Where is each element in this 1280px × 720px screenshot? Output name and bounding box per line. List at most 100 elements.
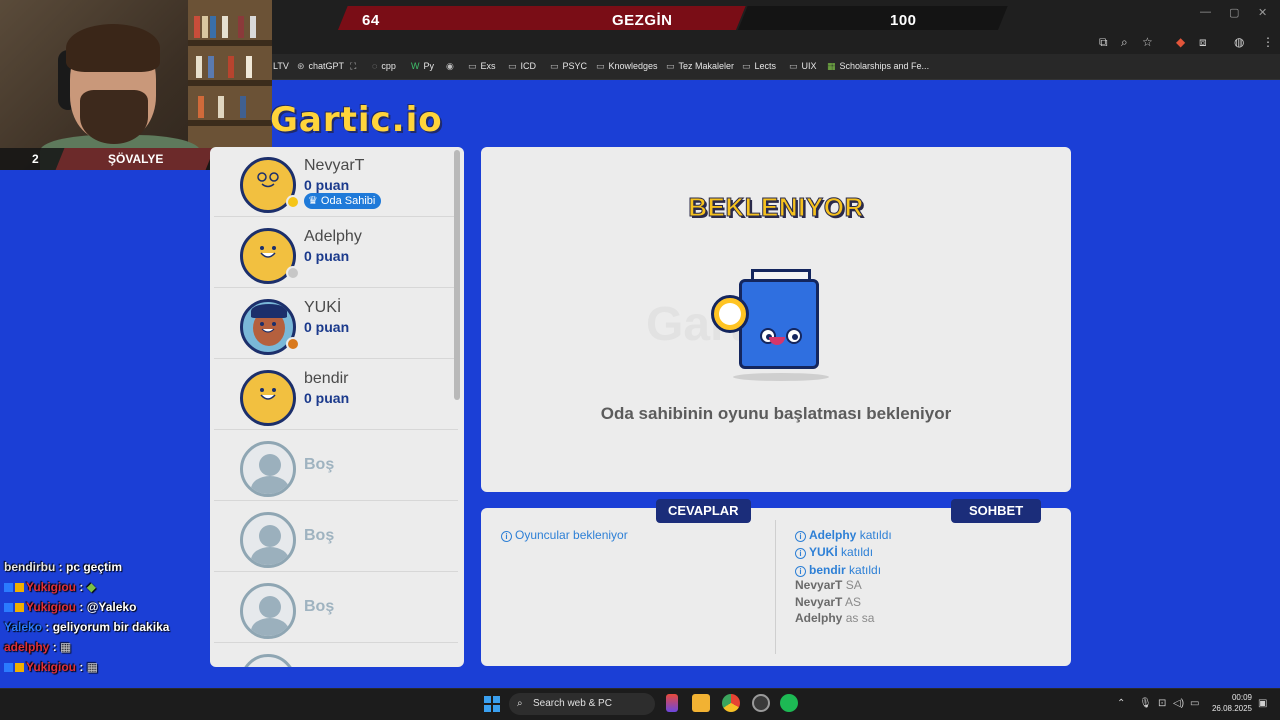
player-row[interactable]: bendir 0 puan	[214, 360, 458, 430]
bookmark-psyc[interactable]: ▭ PSYC	[550, 61, 587, 72]
battery-icon[interactable]: ▭	[1190, 698, 1199, 709]
players-scrollbar[interactable]	[454, 150, 460, 400]
tray-chevron-icon[interactable]: ⌃	[1117, 698, 1125, 709]
waiting-panel: BEKLENIYOR Gartic Oda sahibinin oyunu ba…	[481, 147, 1071, 492]
bookmark-tez-makaleler[interactable]: ▭ Tez Makaleler	[666, 61, 734, 72]
empty-slot-label: Boş	[304, 598, 335, 615]
chat-join-line: i Adelphy katıldı	[795, 528, 892, 542]
chat-message: Adelphy as sa	[795, 611, 875, 625]
player-row[interactable]: YUKİ 0 puan	[214, 289, 458, 359]
folder-icon: ▭	[468, 61, 477, 71]
status-dot	[286, 337, 300, 351]
extensions-puzzle-icon[interactable]: ⧈	[1199, 35, 1207, 50]
bookmark-misc[interactable]: ◉	[446, 61, 458, 72]
player-row[interactable]: NevyarT 0 puan ♛ Oda Sahibi	[214, 147, 458, 217]
waiting-message: Oda sahibinin oyunu başlatması bekleniyo…	[600, 404, 952, 423]
app-icon[interactable]	[752, 694, 770, 712]
empty-slot: Boş	[214, 431, 458, 501]
chrome-icon[interactable]	[722, 694, 740, 712]
player-name: Adelphy	[304, 228, 362, 245]
folder-icon: ▭	[666, 61, 675, 71]
file-explorer-icon[interactable]	[692, 694, 710, 712]
taskbar-clock[interactable]: 00:09 26.08.2025	[1206, 692, 1252, 714]
minimize-icon[interactable]: —	[1200, 6, 1211, 18]
player-score: 0 puan	[304, 319, 350, 335]
maximize-icon[interactable]: ▢	[1229, 6, 1239, 19]
info-icon: i	[501, 531, 512, 542]
badge-icon	[4, 663, 13, 673]
empty-avatar-icon	[240, 441, 296, 497]
menu-dots-icon[interactable]: ⋮	[1262, 35, 1274, 49]
spotify-icon[interactable]	[780, 694, 798, 712]
search-icon: ⌕	[517, 698, 523, 709]
windows-start-icon[interactable]	[484, 696, 500, 712]
tab-answers[interactable]: CEVAPLAR	[656, 499, 751, 523]
folder-icon: ▭	[742, 61, 751, 71]
bookmark-cpp[interactable]: ◌ cpp	[372, 61, 396, 71]
answers-chat-panel: CEVAPLAR SOHBET i Oyuncular bekleniyor iA…	[481, 499, 1071, 666]
stream-chat-line: Yukigiou : @Yaleko	[4, 600, 136, 614]
emote-icon: ▦	[86, 660, 99, 674]
badge-icon	[4, 603, 13, 613]
badge-icon	[4, 583, 13, 593]
player-row[interactable]: Adelphy 0 puan	[214, 218, 458, 288]
zoom-icon[interactable]: ⌕	[1121, 35, 1128, 50]
bookmark-ltv[interactable]: LTV	[273, 61, 289, 71]
overlay-rank-title: GEZGİN	[612, 12, 673, 29]
install-icon[interactable]: ⧉	[1099, 35, 1108, 50]
info-icon: i	[795, 566, 806, 577]
overlay-left-score: 64	[362, 12, 380, 29]
chatgpt-icon: ⊛	[297, 61, 305, 71]
figma-icon[interactable]	[666, 694, 678, 712]
gartic-logo[interactable]: Gartic.io	[270, 100, 443, 140]
bookmark-scholarships[interactable]: ▦ Scholarships and Fe...	[827, 61, 929, 72]
taskbar-search[interactable]: ⌕ Search web & PC	[509, 693, 655, 715]
avatar-face-icon	[260, 388, 276, 400]
bookmark-uix[interactable]: ▭ UIX	[789, 61, 817, 72]
webcam-feed	[0, 0, 272, 170]
folder-icon: ▭	[508, 61, 517, 71]
emote-icon: ◆	[86, 580, 96, 594]
status-dot	[286, 266, 300, 280]
network-icon[interactable]: ⊡	[1158, 698, 1166, 709]
scholarships-icon: ▦	[827, 61, 836, 71]
empty-slot-partial	[214, 644, 458, 667]
player-avatar	[240, 370, 296, 426]
player-name: NevyarT	[304, 157, 365, 174]
stream-chat-line: adelphy : ▦	[4, 640, 72, 654]
bookmark-knowledges[interactable]: ▭ Knowledges	[596, 61, 658, 72]
bookmark-chatgpt[interactable]: ⊛ chatGPT	[297, 61, 344, 72]
empty-slot: Boş	[214, 573, 458, 643]
bookshelf	[188, 0, 272, 150]
microphone-icon[interactable]: 🎙	[1139, 698, 1152, 709]
volume-icon[interactable]: ◁)	[1173, 698, 1184, 709]
grid-icon: ⛶	[350, 61, 357, 71]
crown-badge-icon	[15, 663, 24, 673]
stream-chat-line: Yukigiou : ◆	[4, 580, 96, 594]
bookmark-grid[interactable]: ⛶	[350, 61, 360, 72]
empty-avatar-icon	[240, 512, 296, 568]
player-score: 0 puan	[304, 177, 350, 193]
crown-badge-icon	[15, 603, 24, 613]
folder-icon: ▭	[789, 61, 798, 71]
profile-icon[interactable]: ◍	[1234, 35, 1244, 49]
streamer-beard	[80, 90, 148, 144]
bookmark-icd[interactable]: ▭ ICD	[508, 61, 536, 72]
answers-status: i Oyuncular bekleniyor	[501, 528, 628, 542]
close-icon[interactable]: ✕	[1258, 6, 1267, 19]
player-score: 0 puan	[304, 248, 350, 264]
bookmark-py[interactable]: W Py	[411, 61, 434, 71]
bookmark-lects[interactable]: ▭ Lects	[742, 61, 776, 72]
notification-icon[interactable]: ▣	[1258, 698, 1267, 709]
bookmark-exs[interactable]: ▭ Exs	[468, 61, 496, 72]
extension-icon[interactable]: ◆	[1176, 35, 1185, 49]
empty-slot: Boş	[214, 502, 458, 572]
emote-icon: ▦	[60, 640, 72, 654]
stream-chat-line: Yaleko : geliyorum bir dakika	[4, 620, 170, 634]
chat-message: NevyarT SA	[795, 578, 862, 592]
star-icon[interactable]: ☆	[1142, 35, 1153, 49]
tab-chat[interactable]: SOHBET	[951, 499, 1042, 523]
waiting-title: BEKLENIYOR	[688, 192, 864, 223]
folder-icon: ▭	[550, 61, 559, 71]
room-owner-badge: ♛ Oda Sahibi	[304, 193, 382, 209]
